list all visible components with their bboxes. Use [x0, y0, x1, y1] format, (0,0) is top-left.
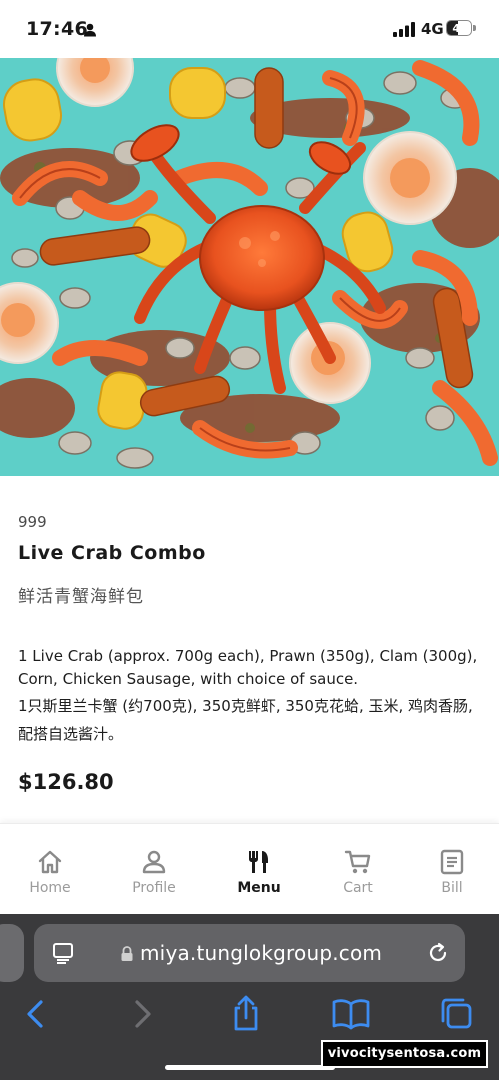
profile-icon [142, 850, 166, 874]
signal-icon [393, 22, 415, 37]
reload-icon[interactable] [426, 941, 450, 965]
page-menu-icon[interactable] [52, 941, 76, 965]
network-type: 4G [421, 20, 444, 38]
product-name-chinese: 鲜活青蟹海鲜包 [18, 587, 144, 607]
seafood-photo [0, 58, 499, 476]
nav-menu-label: Menu [237, 880, 281, 896]
watermark: vivocitysentosa.com [321, 1040, 488, 1068]
product-code: 999 [18, 513, 47, 531]
bookmarks-icon[interactable] [331, 994, 371, 1034]
nav-profile-label: Profile [132, 880, 176, 896]
address-bar[interactable]: miya.tunglokgroup.com [34, 924, 465, 982]
nav-bill[interactable]: Bill [402, 824, 499, 915]
forward-icon[interactable] [122, 994, 162, 1034]
share-icon[interactable] [226, 994, 266, 1034]
previous-tab-peek[interactable] [0, 924, 24, 982]
nav-menu[interactable]: Menu [209, 824, 309, 915]
home-icon [38, 850, 62, 874]
product-description: 1 Live Crab (approx. 700g each), Prawn (… [18, 647, 478, 688]
url-text: miya.tunglokgroup.com [140, 941, 383, 965]
nav-profile[interactable]: Profile [104, 824, 204, 915]
bill-icon [440, 849, 464, 875]
nav-cart[interactable]: Cart [308, 824, 408, 915]
product-image [0, 58, 499, 476]
nav-bill-label: Bill [441, 880, 463, 896]
product-description-chinese: 1只斯里兰卡蟹 (约700克), 350克鲜虾, 350克花蛤, 玉米, 鸡肉香… [18, 697, 473, 743]
status-time: 17:46 [26, 18, 88, 40]
bottom-nav: Home Profile Menu Cart Bill [0, 823, 499, 915]
utensils-icon [249, 851, 268, 873]
person-icon [84, 23, 96, 37]
back-icon[interactable] [16, 994, 56, 1034]
status-bar: 17:46 4G 45 [0, 0, 499, 58]
nav-cart-label: Cart [343, 880, 373, 896]
battery-percent: 45 [452, 22, 468, 35]
lock-icon [121, 946, 133, 961]
battery-icon: 45 [446, 20, 477, 38]
nav-home[interactable]: Home [0, 824, 100, 915]
nav-home-label: Home [29, 880, 71, 896]
home-indicator [165, 1065, 335, 1070]
product-price: $126.80 [18, 770, 114, 794]
tabs-icon[interactable] [436, 994, 476, 1034]
cart-icon [344, 850, 371, 874]
product-name: Live Crab Combo [18, 542, 206, 564]
